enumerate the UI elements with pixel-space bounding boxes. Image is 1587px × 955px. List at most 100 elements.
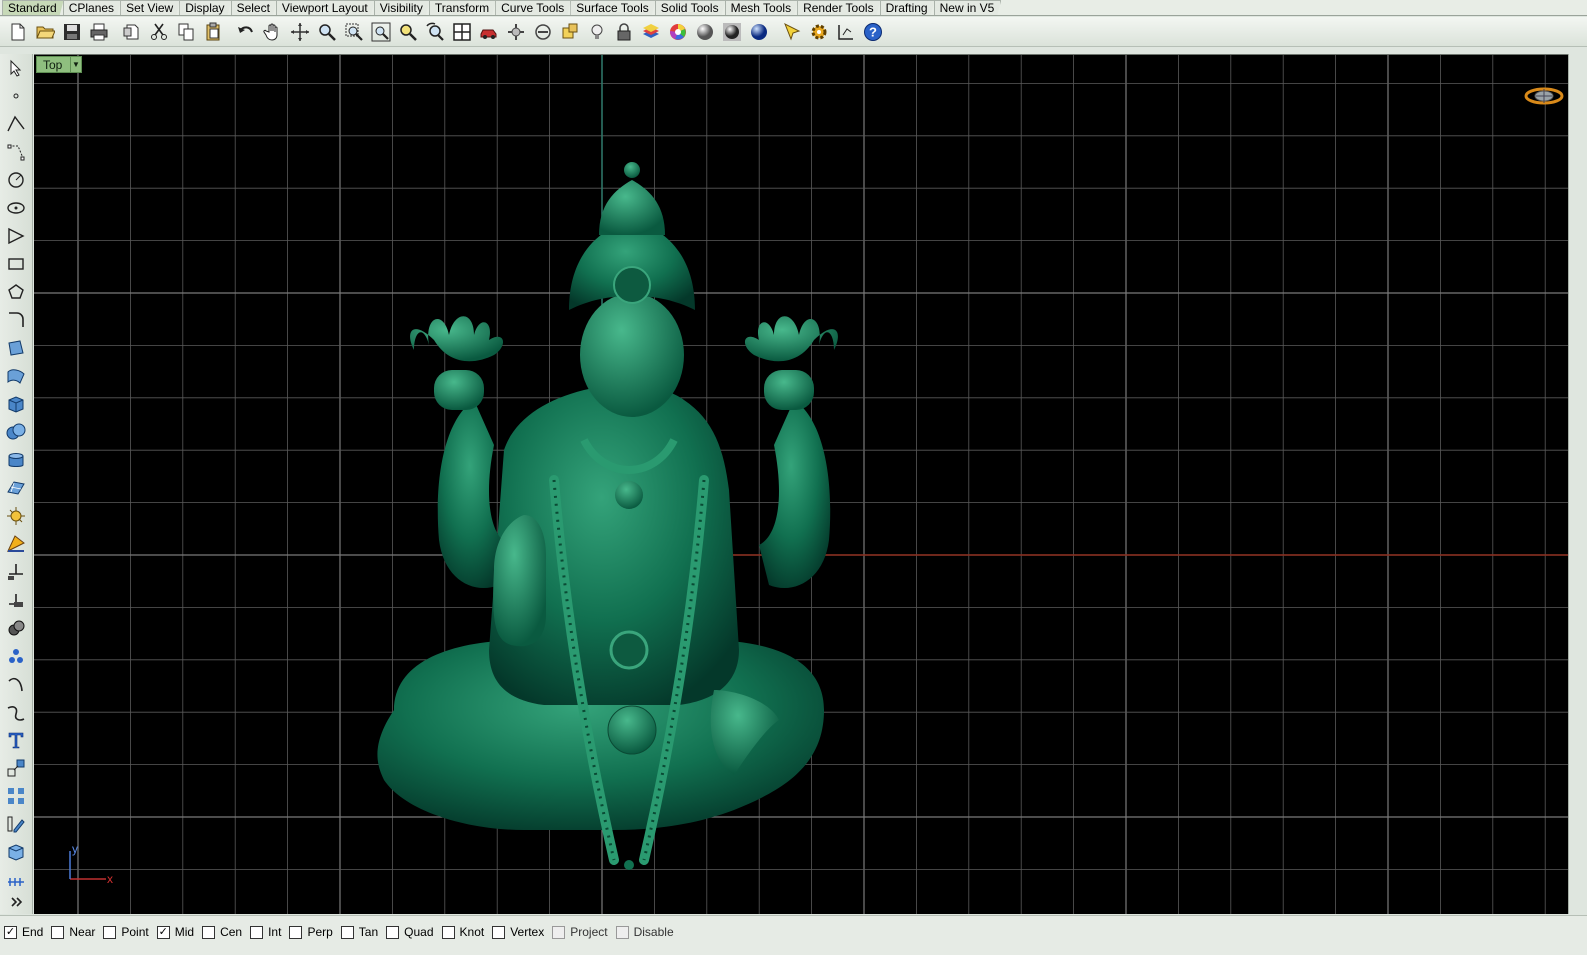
surface-corner-points-icon[interactable] [4,336,28,360]
cut-icon[interactable] [145,18,172,45]
rendered-sphere-icon[interactable] [718,18,745,45]
blend-curve-icon[interactable] [4,700,28,724]
polygon-icon[interactable] [4,280,28,304]
join-icon[interactable] [4,588,28,612]
split-icon[interactable] [4,532,28,556]
pan-hand-icon[interactable] [259,18,286,45]
tab-display[interactable]: Display [179,0,231,15]
boolean-union-icon[interactable] [4,616,28,640]
edit-icon[interactable] [4,812,28,836]
dimension-tools-icon[interactable] [4,866,28,890]
tab-cplanes[interactable]: CPlanes [63,0,121,15]
more-chevron-icon[interactable] [4,890,28,914]
osnap-checkbox[interactable] [51,925,65,939]
car-options-icon[interactable] [475,18,502,45]
cylinder-icon[interactable] [4,448,28,472]
osnap-checkbox[interactable] [441,925,455,939]
zoom-window-icon[interactable] [340,18,367,45]
new-document-icon[interactable] [4,18,31,45]
osnap-checkbox[interactable]: ✓ [156,925,170,939]
tab-visibility[interactable]: Visibility [374,0,430,15]
point-icon[interactable] [4,84,28,108]
osnap-checkbox[interactable] [103,925,117,939]
osnap-checkbox[interactable]: ✓ [4,925,17,939]
viewport-title-tab[interactable]: Top ▼ [36,56,82,73]
osnap-tan[interactable]: Tan [340,925,378,939]
copy-icon[interactable] [172,18,199,45]
sphere-union-icon[interactable] [4,420,28,444]
lock-icon[interactable] [610,18,637,45]
tab-transform[interactable]: Transform [429,0,496,15]
gear-properties-icon[interactable] [805,18,832,45]
select-arrow-icon[interactable] [4,56,28,80]
tab-mesh-tools[interactable]: Mesh Tools [725,0,798,15]
rectangle-icon[interactable] [4,252,28,276]
osnap-checkbox[interactable] [202,925,216,939]
osnap-checkbox[interactable] [386,925,400,939]
top-viewport[interactable]: Top ▼ x y [34,54,1568,914]
osnap-perp[interactable]: Perp [289,925,333,939]
osnap-checkbox[interactable] [250,925,264,939]
zoom-selected-icon[interactable] [394,18,421,45]
text-icon[interactable] [4,728,28,752]
render-blue-sphere-icon[interactable] [745,18,772,45]
planar-surface-icon[interactable] [4,476,28,500]
osnap-options-icon[interactable] [502,18,529,45]
light-bulb-icon[interactable] [583,18,610,45]
osnap-checkbox[interactable] [340,925,354,939]
grid-snap-icon[interactable] [556,18,583,45]
explode-icon[interactable] [4,504,28,528]
osnap-knot[interactable]: Knot [441,925,484,939]
osnap-vertex[interactable]: Vertex [492,925,544,939]
group-icon[interactable] [4,644,28,668]
zoom-extents-icon[interactable] [367,18,394,45]
fillet-curve-icon[interactable] [4,308,28,332]
dimension-icon[interactable] [832,18,859,45]
four-viewports-icon[interactable] [448,18,475,45]
paste-icon[interactable] [199,18,226,45]
arc-icon[interactable] [4,224,28,248]
tab-select[interactable]: Select [231,0,277,15]
undo-view-icon[interactable] [421,18,448,45]
import-icon[interactable] [118,18,145,45]
tab-standard[interactable]: Standard [2,0,64,15]
help-icon[interactable]: ? [859,18,886,45]
tab-viewport-layout[interactable]: Viewport Layout [276,0,375,15]
box-solid-icon[interactable] [4,392,28,416]
osnap-mid[interactable]: ✓ Mid [156,925,194,939]
array-icon[interactable] [4,784,28,808]
circle-icon[interactable] [4,168,28,192]
view-navigation-widget-icon[interactable] [1524,85,1564,107]
rotate-view-icon[interactable] [286,18,313,45]
curve-control-points-icon[interactable] [4,140,28,164]
osnap-checkbox[interactable] [492,925,506,939]
open-folder-icon[interactable] [31,18,58,45]
transform-icon[interactable] [4,756,28,780]
extrude-icon[interactable] [4,840,28,864]
cplane-icon[interactable] [529,18,556,45]
tab-surface-tools[interactable]: Surface Tools [570,0,656,15]
chevron-down-icon[interactable]: ▼ [70,57,81,72]
tab-render-tools[interactable]: Render Tools [797,0,881,15]
fillet-icon[interactable] [4,672,28,696]
zoom-icon[interactable] [313,18,340,45]
select-filter-icon[interactable] [778,18,805,45]
ellipse-icon[interactable] [4,196,28,220]
print-icon[interactable] [85,18,112,45]
osnap-int[interactable]: Int [250,925,281,939]
rendered-3d-model[interactable] [354,150,874,870]
tab-set-view[interactable]: Set View [120,0,180,15]
polyline-icon[interactable] [4,112,28,136]
osnap-near[interactable]: Near [51,925,95,939]
layers-icon[interactable] [637,18,664,45]
trim-icon[interactable] [4,560,28,584]
save-icon[interactable] [58,18,85,45]
shaded-sphere-icon[interactable] [691,18,718,45]
osnap-cen[interactable]: Cen [202,925,242,939]
tab-solid-tools[interactable]: Solid Tools [655,0,726,15]
loft-surface-icon[interactable] [4,364,28,388]
osnap-end[interactable]: ✓ End [4,925,43,939]
undo-icon[interactable] [232,18,259,45]
osnap-quad[interactable]: Quad [386,925,434,939]
tab-curve-tools[interactable]: Curve Tools [495,0,571,15]
